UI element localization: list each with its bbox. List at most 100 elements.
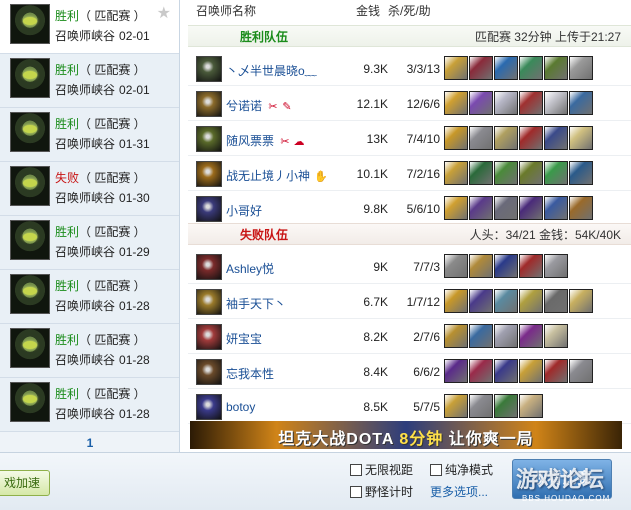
item-icon[interactable] [469,359,493,383]
player-row[interactable]: botoy 8.5K 5/7/5 [188,390,631,424]
item-icon[interactable] [519,324,543,348]
item-icon[interactable] [494,359,518,383]
item-icon[interactable] [544,161,568,185]
map-label: 召唤师峡谷 [55,407,116,421]
item-icon[interactable] [519,196,543,220]
item-icon[interactable] [519,289,543,313]
item-icon[interactable] [469,126,493,150]
checkbox-icon[interactable] [430,464,442,476]
item-icon[interactable] [544,91,568,115]
player-row[interactable]: 战无止境丿小神 ✋ 10.1K 7/2/16 [188,157,631,191]
history-item[interactable]: 胜利（ 匹配赛 ） 召唤师峡谷 01-28 [0,378,179,432]
item-icon[interactable] [544,359,568,383]
item-slots [444,161,594,187]
game-accelerate-button[interactable]: 戏加速 [0,470,50,496]
mode-label: （ 匹配赛 ） [79,387,146,401]
player-row[interactable]: 兮诺诺 ✂ ✎ 12.1K 12/6/6 [188,87,631,121]
item-icon[interactable] [544,126,568,150]
item-icon[interactable] [469,91,493,115]
item-icon[interactable] [469,254,493,278]
item-icon[interactable] [444,254,468,278]
item-icon[interactable] [469,324,493,348]
option-unlimited-view[interactable]: 无限视距 [350,461,413,478]
item-icon[interactable] [494,56,518,80]
item-icon[interactable] [569,91,593,115]
item-icon[interactable] [469,196,493,220]
history-item[interactable]: 胜利（ 匹配赛 ） 召唤师峡谷 01-28 [0,270,179,324]
item-icon[interactable] [569,161,593,185]
item-icon[interactable] [444,91,468,115]
item-icon[interactable] [494,91,518,115]
item-icon[interactable] [569,196,593,220]
item-icon[interactable] [544,289,568,313]
player-row[interactable]: 忘我本性 8.4K 6/6/2 [188,355,631,389]
item-icon[interactable] [569,126,593,150]
item-icon[interactable] [494,324,518,348]
item-icon[interactable] [444,359,468,383]
item-icon[interactable] [569,289,593,313]
history-item[interactable]: 胜利（ 匹配赛 ） 召唤师峡谷 01-28 [0,324,179,378]
history-item[interactable]: 失败（ 匹配赛 ） 召唤师峡谷 01-30 [0,162,179,216]
summoner-name[interactable]: Ashley悦 [226,260,274,277]
option-pure-mode[interactable]: 纯净模式 [430,461,493,478]
item-icon[interactable] [519,161,543,185]
item-icon[interactable] [569,56,593,80]
item-icon[interactable] [444,196,468,220]
item-icon[interactable] [519,126,543,150]
checkbox-icon[interactable] [350,486,362,498]
item-icon[interactable] [519,394,543,418]
history-item[interactable]: 胜利（ 匹配赛 ） 召唤师峡谷 01-29 [0,216,179,270]
summoner-name[interactable]: 袖手天下丶 [226,295,286,312]
item-icon[interactable] [469,56,493,80]
item-icon[interactable] [494,254,518,278]
item-icon[interactable] [494,126,518,150]
item-icon[interactable] [444,394,468,418]
player-row[interactable]: 丶乄半世晨晓o﹏ 9.3K 3/3/13 [188,52,631,86]
item-icon[interactable] [544,324,568,348]
player-row[interactable]: 小哥好 9.8K 5/6/10 [188,192,631,226]
date-label: 01-30 [119,191,150,205]
history-item[interactable]: 胜利（ 匹配赛 ） 召唤师峡谷 01-31 [0,108,179,162]
item-icon[interactable] [519,359,543,383]
item-icon[interactable] [494,196,518,220]
item-icon[interactable] [494,394,518,418]
item-icon[interactable] [519,91,543,115]
player-row[interactable]: 随风票票 ✂ ☁ 13K 7/4/10 [188,122,631,156]
item-icon[interactable] [494,161,518,185]
item-icon[interactable] [444,324,468,348]
item-icon[interactable] [544,56,568,80]
more-options-link[interactable]: 更多选项... [430,483,488,500]
ad-banner[interactable]: 坦克大战DOTA 8分钟 让你爽一局 [190,421,622,449]
summoner-name[interactable]: 妍宝宝 [226,330,262,347]
summoner-name[interactable]: 丶乄半世晨晓o﹏ [226,62,317,79]
history-item[interactable]: 胜利（ 匹配赛 ） 召唤师峡谷 02-01 ★ [0,0,179,54]
item-icon[interactable] [544,196,568,220]
item-icon[interactable] [544,254,568,278]
item-icon[interactable] [444,161,468,185]
page-number[interactable]: 1 [0,436,179,450]
item-icon[interactable] [444,289,468,313]
option-jungle-timer[interactable]: 野怪计时 [350,483,413,500]
summoner-name[interactable]: 小哥好 [226,202,262,219]
summoner-name[interactable]: 忘我本性 [226,365,274,382]
item-icon[interactable] [444,56,468,80]
history-item[interactable]: 胜利（ 匹配赛 ） 召唤师峡谷 02-01 [0,54,179,108]
summoner-name[interactable]: botoy [226,400,255,414]
summoner-name[interactable]: 随风票票 ✂ ☁ [226,132,306,149]
player-row[interactable]: 袖手天下丶 6.7K 1/7/12 [188,285,631,319]
item-icon[interactable] [519,56,543,80]
checkbox-icon[interactable] [350,464,362,476]
item-icon[interactable] [519,254,543,278]
summoner-name[interactable]: 战无止境丿小神 ✋ [226,167,328,184]
summoner-name[interactable]: 兮诺诺 ✂ ✎ [226,97,294,114]
loss-team-header: 失败队伍 人头：34/21 金钱：54K/40K [188,223,631,245]
player-row[interactable]: 妍宝宝 8.2K 2/7/6 [188,320,631,354]
favorite-star-icon[interactable]: ★ [157,6,171,22]
player-row[interactable]: Ashley悦 9K 7/7/3 [188,250,631,284]
item-icon[interactable] [469,289,493,313]
item-icon[interactable] [494,289,518,313]
item-icon[interactable] [469,161,493,185]
item-icon[interactable] [444,126,468,150]
item-icon[interactable] [569,359,593,383]
item-icon[interactable] [469,394,493,418]
